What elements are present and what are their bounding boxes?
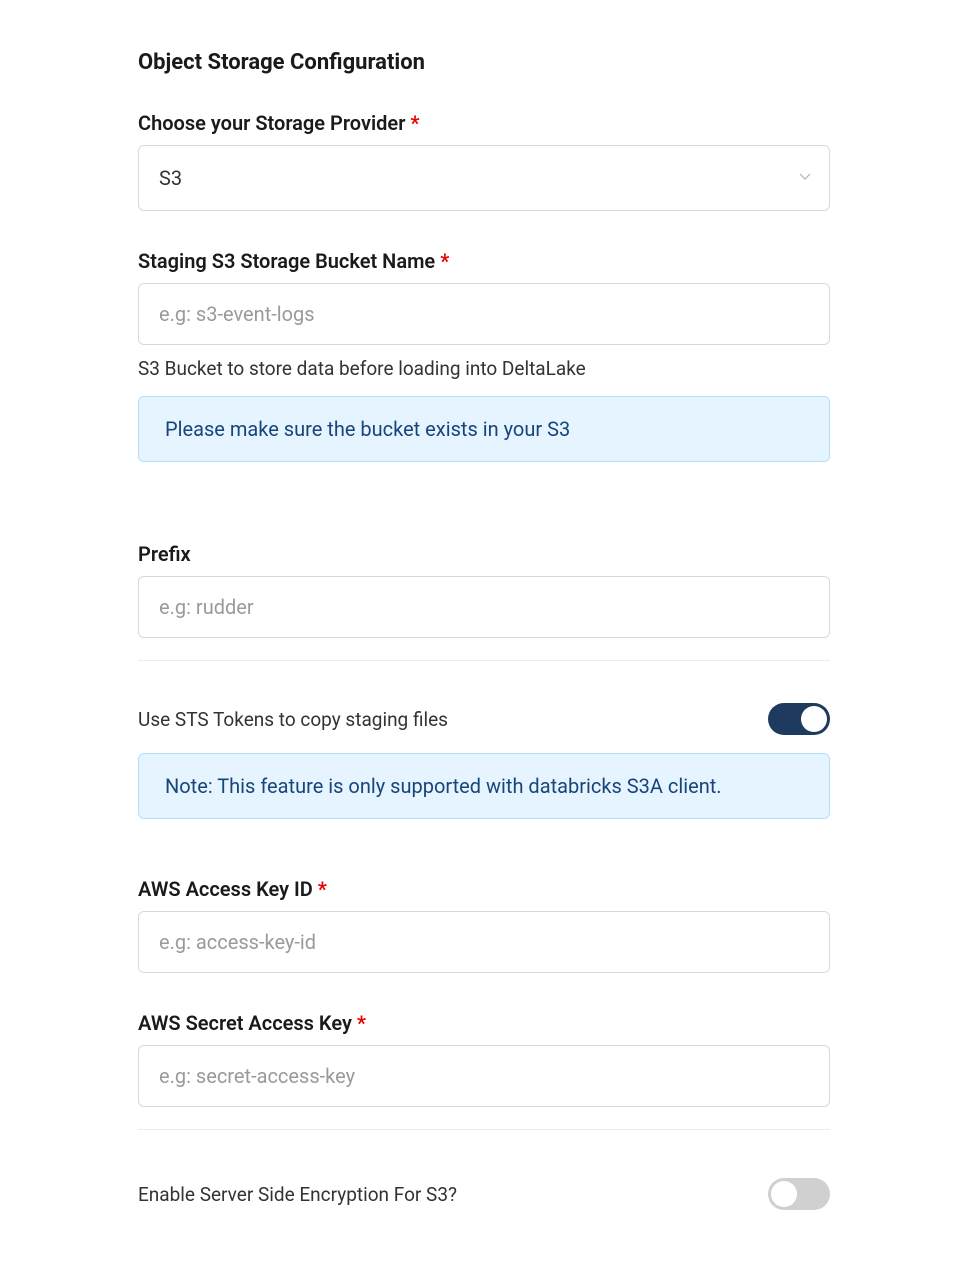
label-text: Staging S3 Storage Bucket Name — [138, 249, 435, 273]
info-bucket-name: Please make sure the bucket exists in yo… — [138, 396, 830, 462]
select-text: S3 — [159, 166, 182, 190]
section-title: Object Storage Configuration — [138, 50, 830, 75]
label-access-key-id: AWS Access Key ID * — [138, 877, 830, 901]
field-bucket-name: Staging S3 Storage Bucket Name * S3 Buck… — [138, 249, 830, 462]
info-sts: Note: This feature is only supported wit… — [138, 753, 830, 819]
required-asterisk: * — [357, 1011, 366, 1035]
label-sse: Enable Server Side Encryption For S3? — [138, 1183, 457, 1206]
help-bucket-name: S3 Bucket to store data before loading i… — [138, 357, 830, 380]
required-asterisk: * — [410, 111, 419, 135]
label-prefix: Prefix — [138, 542, 830, 566]
label-text: Choose your Storage Provider — [138, 111, 405, 135]
field-prefix: Prefix — [138, 542, 830, 638]
input-secret-access-key[interactable] — [138, 1045, 830, 1107]
divider — [138, 660, 830, 661]
field-sse-toggle: Enable Server Side Encryption For S3? — [138, 1178, 830, 1210]
field-access-key-id: AWS Access Key ID * — [138, 877, 830, 973]
field-sts-toggle: Use STS Tokens to copy staging files — [138, 703, 830, 735]
input-bucket-name[interactable] — [138, 283, 830, 345]
toggle-sts[interactable] — [768, 703, 830, 735]
required-asterisk: * — [440, 249, 449, 273]
label-bucket-name: Staging S3 Storage Bucket Name * — [138, 249, 830, 273]
label-sts: Use STS Tokens to copy staging files — [138, 708, 448, 731]
field-storage-provider: Choose your Storage Provider * S3 — [138, 111, 830, 211]
label-text: AWS Access Key ID — [138, 877, 313, 901]
label-secret-access-key: AWS Secret Access Key * — [138, 1011, 830, 1035]
required-asterisk: * — [318, 877, 327, 901]
divider — [138, 1129, 830, 1130]
toggle-knob — [801, 706, 827, 732]
label-text: AWS Secret Access Key — [138, 1011, 352, 1035]
toggle-knob — [771, 1181, 797, 1207]
select-storage-provider[interactable]: S3 — [138, 145, 830, 211]
input-access-key-id[interactable] — [138, 911, 830, 973]
toggle-sse[interactable] — [768, 1178, 830, 1210]
field-secret-access-key: AWS Secret Access Key * — [138, 1011, 830, 1107]
input-prefix[interactable] — [138, 576, 830, 638]
select-value: S3 — [138, 145, 830, 211]
label-storage-provider: Choose your Storage Provider * — [138, 111, 830, 135]
